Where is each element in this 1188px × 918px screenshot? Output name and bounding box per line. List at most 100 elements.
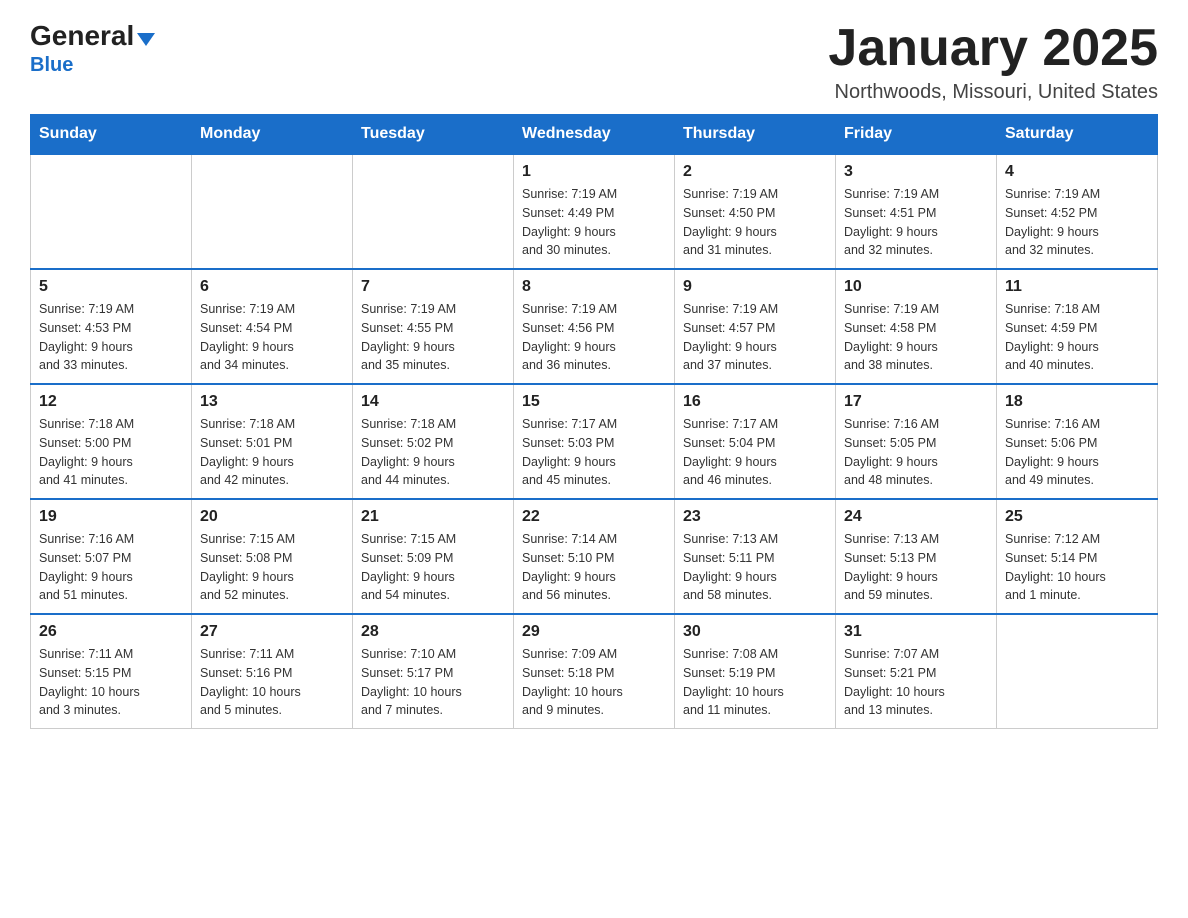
logo-triangle-icon (137, 33, 155, 46)
calendar-cell (31, 154, 192, 269)
weekday-header-wednesday: Wednesday (514, 115, 675, 155)
day-info: Sunrise: 7:17 AMSunset: 5:04 PMDaylight:… (683, 415, 827, 490)
calendar-cell: 29 Sunrise: 7:09 AMSunset: 5:18 PMDayligh… (514, 614, 675, 729)
day-info: Sunrise: 7:16 AMSunset: 5:05 PMDaylight:… (844, 415, 988, 490)
weekday-header-friday: Friday (836, 115, 997, 155)
location: Northwoods, Missouri, United States (828, 81, 1158, 104)
weekday-header-thursday: Thursday (675, 115, 836, 155)
calendar-cell: 2 Sunrise: 7:19 AMSunset: 4:50 PMDaylight… (675, 154, 836, 269)
logo-general: General (30, 20, 134, 52)
weekday-header-saturday: Saturday (997, 115, 1158, 155)
day-info: Sunrise: 7:18 AMSunset: 5:02 PMDaylight:… (361, 415, 505, 490)
day-number: 22 (522, 508, 666, 526)
logo: General Blue (30, 20, 155, 77)
day-number: 26 (39, 623, 183, 641)
day-number: 16 (683, 393, 827, 411)
day-info: Sunrise: 7:18 AMSunset: 4:59 PMDaylight:… (1005, 300, 1149, 375)
day-number: 20 (200, 508, 344, 526)
calendar-cell: 30 Sunrise: 7:08 AMSunset: 5:19 PMDayligh… (675, 614, 836, 729)
calendar-cell: 4 Sunrise: 7:19 AMSunset: 4:52 PMDaylight… (997, 154, 1158, 269)
day-number: 21 (361, 508, 505, 526)
weekday-header-tuesday: Tuesday (353, 115, 514, 155)
day-number: 18 (1005, 393, 1149, 411)
day-info: Sunrise: 7:19 AMSunset: 4:49 PMDaylight:… (522, 185, 666, 260)
day-info: Sunrise: 7:18 AMSunset: 5:01 PMDaylight:… (200, 415, 344, 490)
calendar-cell: 21 Sunrise: 7:15 AMSunset: 5:09 PMDayligh… (353, 499, 514, 614)
day-info: Sunrise: 7:13 AMSunset: 5:11 PMDaylight:… (683, 530, 827, 605)
day-info: Sunrise: 7:11 AMSunset: 5:15 PMDaylight:… (39, 645, 183, 720)
calendar-cell: 10Sunrise: 7:19 AMSunset: 4:58 PMDayligh… (836, 269, 997, 384)
calendar-cell: 25 Sunrise: 7:12 AMSunset: 5:14 PMDayligh… (997, 499, 1158, 614)
calendar-cell: 27Sunrise: 7:11 AMSunset: 5:16 PMDayligh… (192, 614, 353, 729)
day-number: 9 (683, 278, 827, 296)
calendar-cell (353, 154, 514, 269)
calendar-cell: 9 Sunrise: 7:19 AMSunset: 4:57 PMDaylight… (675, 269, 836, 384)
day-number: 11 (1005, 278, 1149, 296)
calendar-cell: 3 Sunrise: 7:19 AMSunset: 4:51 PMDaylight… (836, 154, 997, 269)
weekday-header-row: SundayMondayTuesdayWednesdayThursdayFrid… (31, 115, 1158, 155)
day-info: Sunrise: 7:19 AMSunset: 4:57 PMDaylight:… (683, 300, 827, 375)
day-info: Sunrise: 7:19 AMSunset: 4:56 PMDaylight:… (522, 300, 666, 375)
month-title: January 2025 (828, 20, 1158, 77)
day-info: Sunrise: 7:19 AMSunset: 4:55 PMDaylight:… (361, 300, 505, 375)
logo-blue: Blue (30, 54, 73, 77)
day-number: 1 (522, 163, 666, 181)
calendar-cell: 17Sunrise: 7:16 AMSunset: 5:05 PMDayligh… (836, 384, 997, 499)
calendar-cell: 7 Sunrise: 7:19 AMSunset: 4:55 PMDaylight… (353, 269, 514, 384)
day-info: Sunrise: 7:15 AMSunset: 5:09 PMDaylight:… (361, 530, 505, 605)
calendar-cell: 24Sunrise: 7:13 AMSunset: 5:13 PMDayligh… (836, 499, 997, 614)
day-info: Sunrise: 7:16 AMSunset: 5:06 PMDaylight:… (1005, 415, 1149, 490)
calendar-cell: 19Sunrise: 7:16 AMSunset: 5:07 PMDayligh… (31, 499, 192, 614)
calendar-cell: 11 Sunrise: 7:18 AMSunset: 4:59 PMDayligh… (997, 269, 1158, 384)
day-number: 24 (844, 508, 988, 526)
calendar-week-row: 12Sunrise: 7:18 AMSunset: 5:00 PMDayligh… (31, 384, 1158, 499)
calendar-table: SundayMondayTuesdayWednesdayThursdayFrid… (30, 114, 1158, 729)
calendar-cell: 8 Sunrise: 7:19 AMSunset: 4:56 PMDaylight… (514, 269, 675, 384)
day-info: Sunrise: 7:12 AMSunset: 5:14 PMDaylight:… (1005, 530, 1149, 605)
day-info: Sunrise: 7:19 AMSunset: 4:50 PMDaylight:… (683, 185, 827, 260)
day-number: 7 (361, 278, 505, 296)
calendar-week-row: 5 Sunrise: 7:19 AMSunset: 4:53 PMDaylight… (31, 269, 1158, 384)
day-number: 30 (683, 623, 827, 641)
day-info: Sunrise: 7:19 AMSunset: 4:52 PMDaylight:… (1005, 185, 1149, 260)
calendar-week-row: 19Sunrise: 7:16 AMSunset: 5:07 PMDayligh… (31, 499, 1158, 614)
calendar-cell: 18 Sunrise: 7:16 AMSunset: 5:06 PMDayligh… (997, 384, 1158, 499)
day-info: Sunrise: 7:15 AMSunset: 5:08 PMDaylight:… (200, 530, 344, 605)
day-info: Sunrise: 7:08 AMSunset: 5:19 PMDaylight:… (683, 645, 827, 720)
day-number: 10 (844, 278, 988, 296)
day-info: Sunrise: 7:09 AMSunset: 5:18 PMDaylight:… (522, 645, 666, 720)
calendar-cell: 5 Sunrise: 7:19 AMSunset: 4:53 PMDaylight… (31, 269, 192, 384)
calendar-cell: 20 Sunrise: 7:15 AMSunset: 5:08 PMDayligh… (192, 499, 353, 614)
day-number: 5 (39, 278, 183, 296)
calendar-week-row: 26 Sunrise: 7:11 AMSunset: 5:15 PMDayligh… (31, 614, 1158, 729)
day-number: 15 (522, 393, 666, 411)
day-info: Sunrise: 7:19 AMSunset: 4:51 PMDaylight:… (844, 185, 988, 260)
day-info: Sunrise: 7:11 AMSunset: 5:16 PMDaylight:… (200, 645, 344, 720)
title-block: January 2025 Northwoods, Missouri, Unite… (828, 20, 1158, 104)
day-info: Sunrise: 7:19 AMSunset: 4:53 PMDaylight:… (39, 300, 183, 375)
calendar-cell: 12Sunrise: 7:18 AMSunset: 5:00 PMDayligh… (31, 384, 192, 499)
calendar-header: SundayMondayTuesdayWednesdayThursdayFrid… (31, 115, 1158, 155)
day-number: 14 (361, 393, 505, 411)
calendar-cell: 23Sunrise: 7:13 AMSunset: 5:11 PMDayligh… (675, 499, 836, 614)
calendar-cell: 6Sunrise: 7:19 AMSunset: 4:54 PMDaylight… (192, 269, 353, 384)
calendar-week-row: 1 Sunrise: 7:19 AMSunset: 4:49 PMDaylight… (31, 154, 1158, 269)
calendar-cell: 22Sunrise: 7:14 AMSunset: 5:10 PMDayligh… (514, 499, 675, 614)
day-number: 3 (844, 163, 988, 181)
calendar-body: 1 Sunrise: 7:19 AMSunset: 4:49 PMDaylight… (31, 154, 1158, 729)
page-header: General Blue January 2025 Northwoods, Mi… (30, 20, 1158, 104)
day-number: 4 (1005, 163, 1149, 181)
day-number: 29 (522, 623, 666, 641)
day-number: 2 (683, 163, 827, 181)
calendar-cell: 1 Sunrise: 7:19 AMSunset: 4:49 PMDaylight… (514, 154, 675, 269)
day-info: Sunrise: 7:18 AMSunset: 5:00 PMDaylight:… (39, 415, 183, 490)
day-info: Sunrise: 7:17 AMSunset: 5:03 PMDaylight:… (522, 415, 666, 490)
calendar-cell: 14 Sunrise: 7:18 AMSunset: 5:02 PMDayligh… (353, 384, 514, 499)
day-info: Sunrise: 7:07 AMSunset: 5:21 PMDaylight:… (844, 645, 988, 720)
calendar-cell: 26 Sunrise: 7:11 AMSunset: 5:15 PMDayligh… (31, 614, 192, 729)
calendar-cell (997, 614, 1158, 729)
day-info: Sunrise: 7:19 AMSunset: 4:54 PMDaylight:… (200, 300, 344, 375)
calendar-cell: 31Sunrise: 7:07 AMSunset: 5:21 PMDayligh… (836, 614, 997, 729)
day-number: 8 (522, 278, 666, 296)
day-number: 25 (1005, 508, 1149, 526)
